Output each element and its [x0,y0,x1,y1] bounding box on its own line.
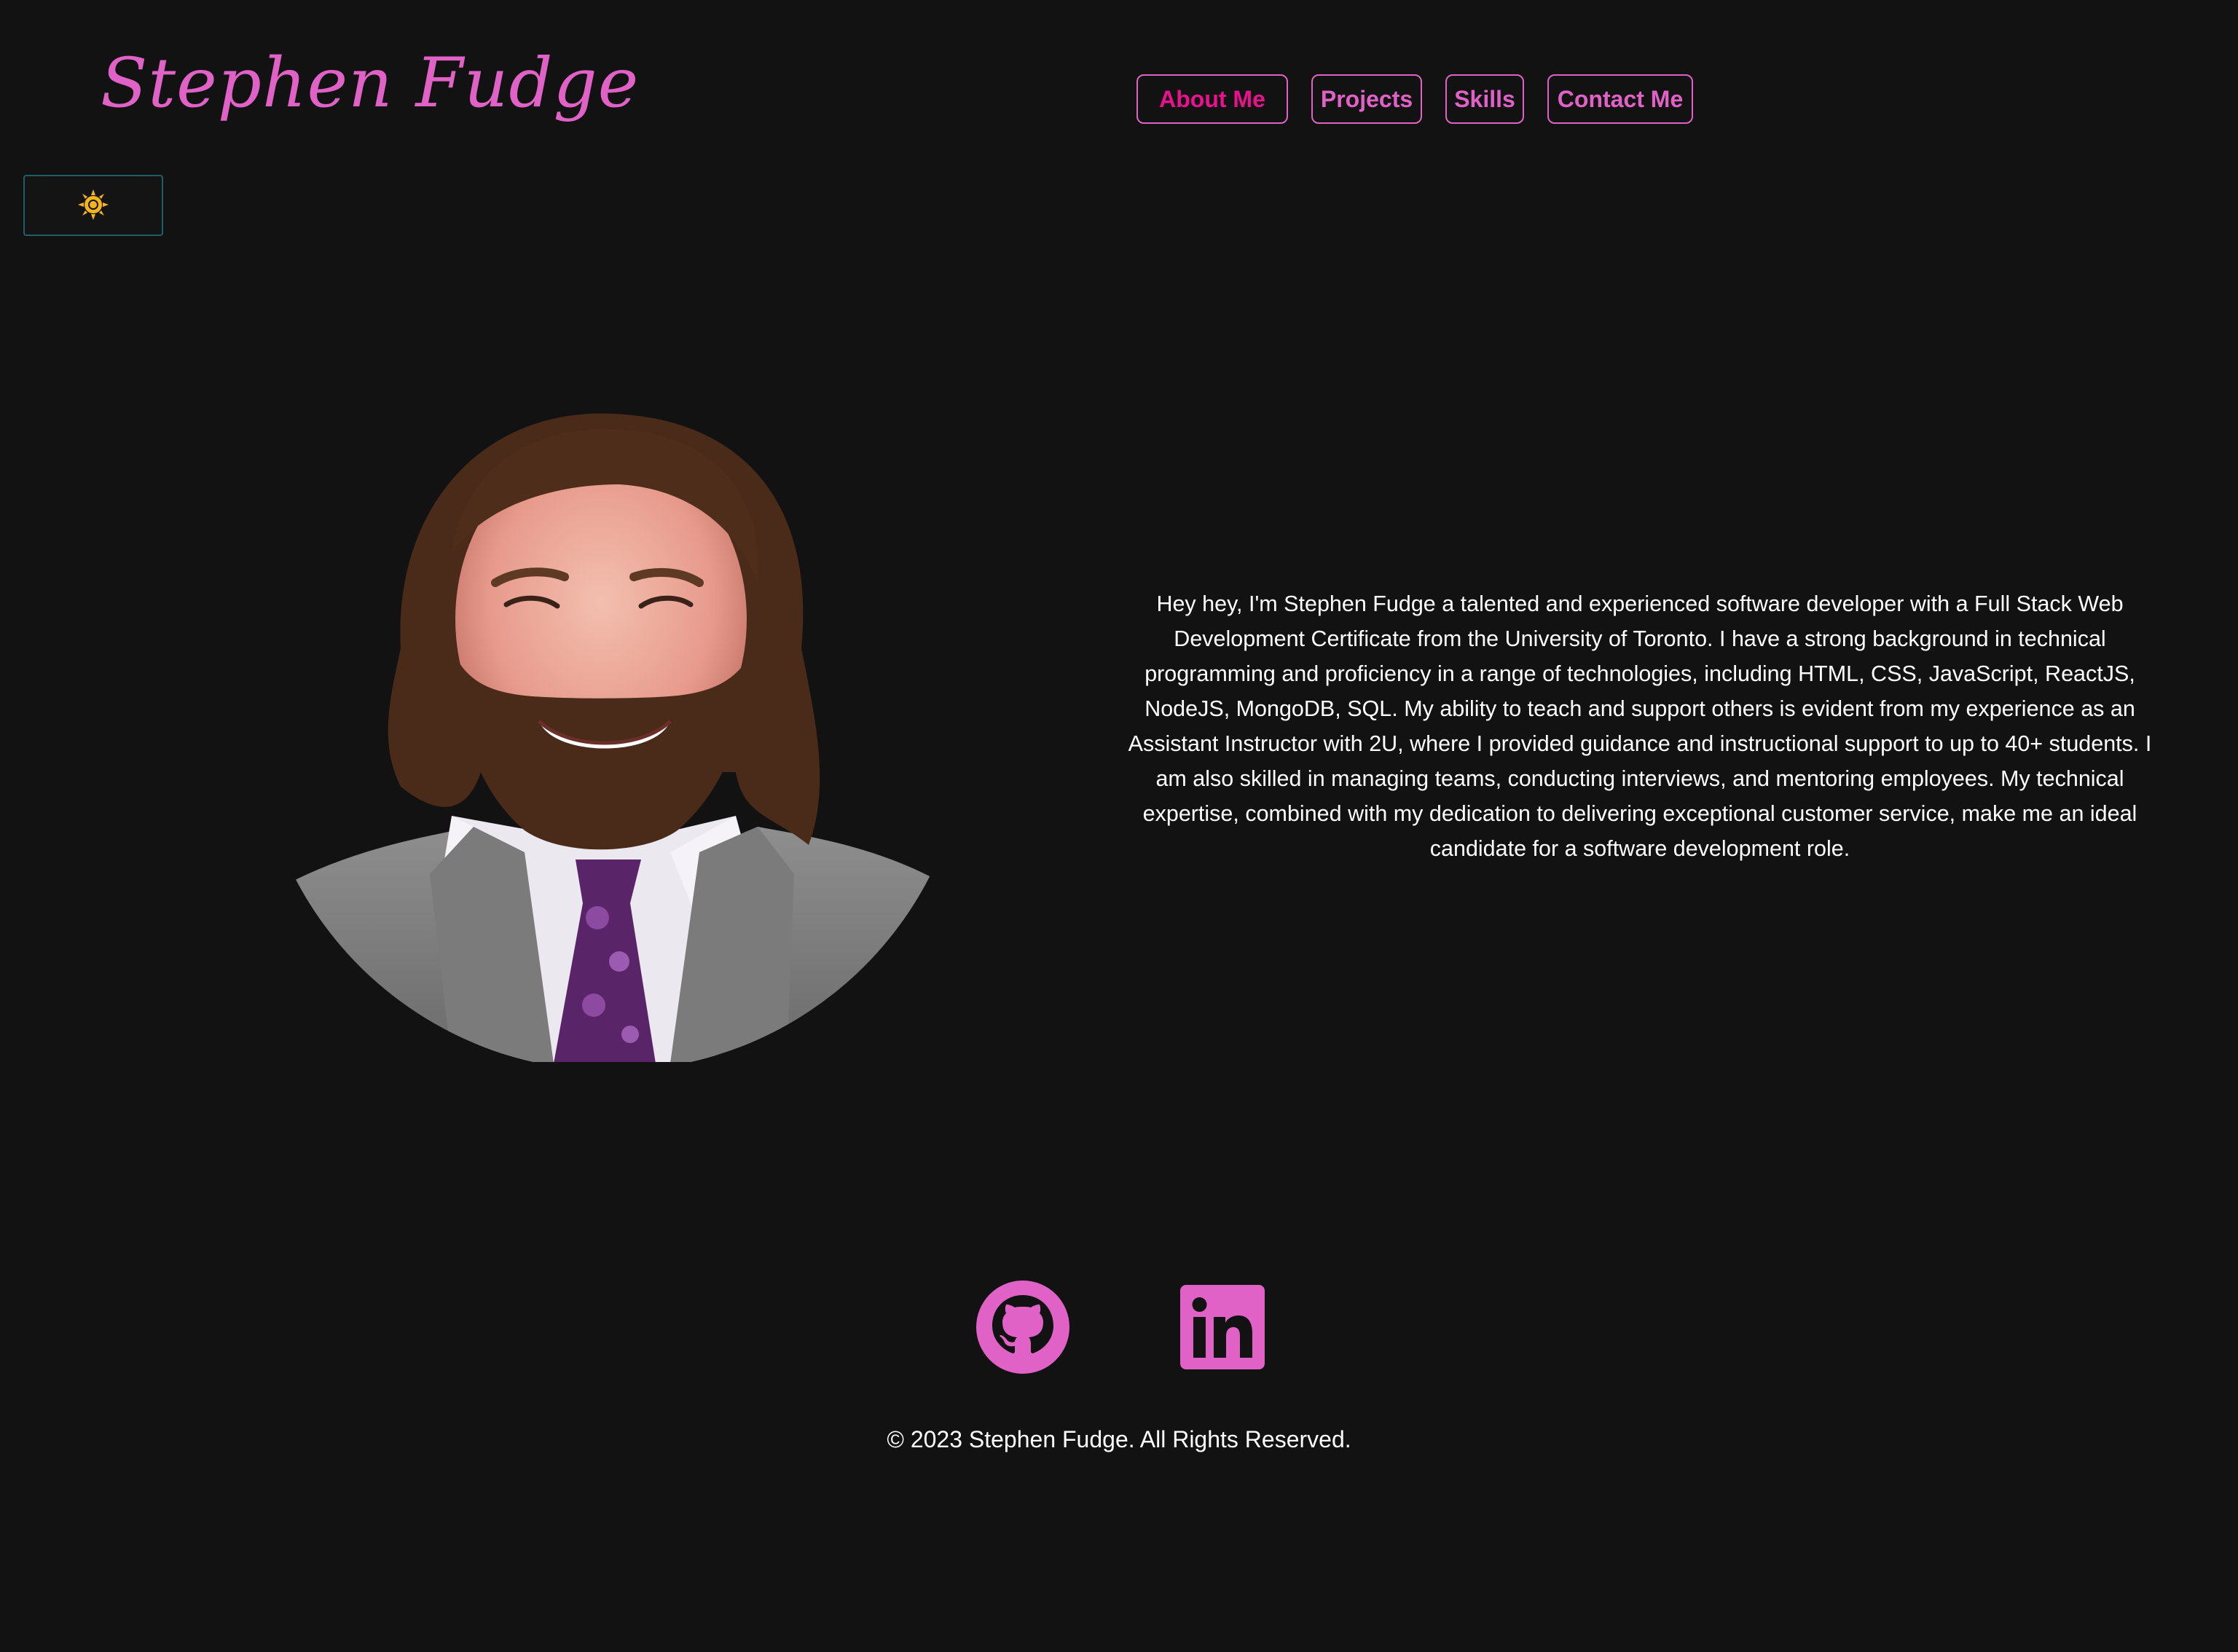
sun-icon [77,189,109,223]
copyright-text: © 2023 Stephen Fudge. All Rights Reserve… [887,1426,1351,1452]
github-icon [976,1281,1069,1377]
nav-about-me-button[interactable]: About Me [1136,74,1288,124]
nav-skills-button[interactable]: Skills [1445,74,1524,124]
linkedin-link[interactable] [1176,1281,1269,1374]
portrait-photo [233,408,991,1069]
theme-toggle-button[interactable] [23,175,163,236]
nav-projects-button[interactable]: Projects [1311,74,1422,124]
nav-contact-me-button[interactable]: Contact Me [1547,74,1693,124]
main-nav: About Me Projects Skills Contact Me [1136,74,1693,124]
about-bio-text: Hey hey, I'm Stephen Fudge a talented an… [1128,591,2152,861]
linkedin-icon [1176,1285,1269,1377]
site-logo-title: Stephen Fudge [101,44,640,123]
github-link[interactable] [976,1281,1069,1374]
social-links [976,1281,1269,1374]
